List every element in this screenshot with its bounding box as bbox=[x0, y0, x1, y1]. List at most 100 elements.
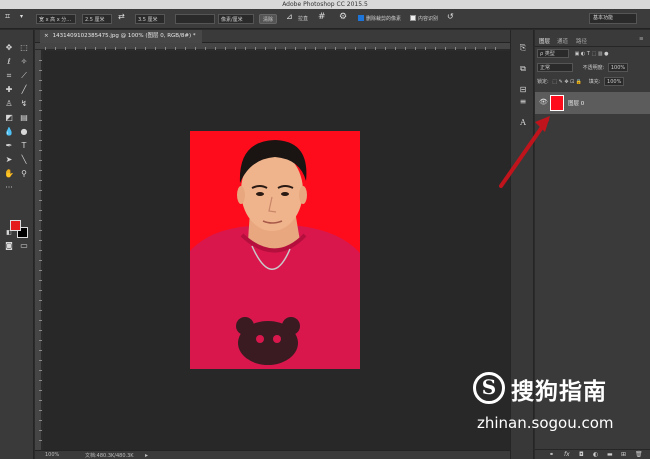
status-menu-icon[interactable]: ▸ bbox=[145, 452, 148, 459]
photo-image[interactable] bbox=[190, 131, 360, 369]
fill-input[interactable]: 100% bbox=[604, 77, 625, 86]
swap-icon[interactable]: ⇄ bbox=[118, 12, 125, 22]
ruler-tick bbox=[245, 47, 246, 50]
grid-overlay-icon[interactable]: # bbox=[318, 12, 326, 22]
lock-row: 锁定: ⬚ ✎ ✥ ⊡ 🔒 填充: 100% bbox=[537, 77, 625, 88]
zoom-level[interactable]: 100% bbox=[45, 452, 59, 458]
eraser-icon[interactable]: ◩ bbox=[3, 112, 15, 123]
magic-wand-icon[interactable]: ✧ bbox=[18, 56, 30, 67]
gear-icon[interactable]: ⚙ bbox=[339, 12, 347, 22]
ruler-tick bbox=[39, 420, 42, 421]
ruler-tick bbox=[85, 47, 86, 50]
filter-icons[interactable]: ▣ ◐ T ⬚ ▥ ● bbox=[575, 51, 609, 57]
history-brush-icon[interactable]: ↯ bbox=[18, 98, 30, 109]
ruler-tick bbox=[445, 47, 446, 50]
ruler-tick bbox=[455, 47, 456, 50]
ruler-tick bbox=[39, 250, 42, 251]
ruler-tick bbox=[39, 440, 42, 441]
brush-panel-icon[interactable]: ≡ bbox=[517, 96, 529, 108]
tab-layers[interactable]: 图层 bbox=[539, 37, 550, 45]
options-bar: ⌗ ▾ 宽 x 高 x 分... 2.5 厘米 ⇄ 3.5 厘米 像素/厘米 清… bbox=[0, 9, 650, 29]
pen-icon[interactable]: ✒ bbox=[3, 140, 15, 151]
height-input[interactable]: 3.5 厘米 bbox=[135, 14, 165, 24]
blur-icon[interactable]: 💧 bbox=[3, 126, 15, 137]
ruler-tick bbox=[415, 47, 416, 50]
workspace-select[interactable]: 基本功能 bbox=[589, 13, 637, 24]
type-icon[interactable]: T bbox=[18, 140, 30, 151]
brush-icon[interactable]: ╱ bbox=[18, 84, 30, 95]
ruler-tick bbox=[39, 80, 42, 81]
layer-row[interactable]: 👁 图层 0 bbox=[535, 92, 650, 114]
path-select-icon[interactable]: ➤ bbox=[3, 154, 15, 165]
ruler-tick bbox=[39, 120, 42, 121]
canvas-area[interactable] bbox=[43, 51, 510, 450]
ruler-tick bbox=[95, 47, 96, 50]
ruler-tick bbox=[39, 140, 42, 141]
gradient-icon[interactable]: ▤ bbox=[18, 112, 30, 123]
screen-mode-icon[interactable]: ▭ bbox=[18, 240, 30, 251]
ruler-tick bbox=[39, 370, 42, 371]
history-panel-icon[interactable]: ⎘ bbox=[517, 42, 529, 54]
crop-tool-icon[interactable]: ⌗ bbox=[5, 12, 10, 22]
hand-icon[interactable]: ✋ bbox=[3, 168, 15, 179]
lock-icons[interactable]: ⬚ ✎ ✥ ⊡ 🔒 bbox=[552, 79, 582, 85]
unit-select[interactable]: 像素/厘米 bbox=[218, 14, 254, 24]
adjustments-panel-icon[interactable]: ⊟ bbox=[517, 84, 529, 96]
ruler-tick bbox=[295, 47, 296, 50]
healing-icon[interactable]: ✚ bbox=[3, 84, 15, 95]
lasso-icon[interactable]: ℓ bbox=[3, 56, 15, 67]
ruler-tick bbox=[185, 47, 186, 50]
panel-menu-icon[interactable]: ≡ bbox=[639, 36, 644, 42]
move-icon[interactable]: ✥ bbox=[3, 42, 15, 53]
ruler-tick bbox=[335, 47, 336, 50]
opacity-input[interactable]: 100% bbox=[607, 63, 629, 72]
chevron-down-icon[interactable]: ▾ bbox=[20, 12, 23, 22]
ratio-select[interactable]: 宽 x 高 x 分... bbox=[36, 14, 76, 24]
ruler-tick bbox=[285, 47, 286, 50]
eyedropper-icon[interactable]: ⟋ bbox=[18, 70, 30, 81]
properties-panel-icon[interactable]: ⧉ bbox=[517, 63, 529, 75]
filter-row: ρ 类型 ▣ ◐ T ⬚ ▥ ● bbox=[537, 49, 609, 60]
ruler-tick bbox=[39, 210, 42, 211]
crop-icon[interactable]: ⌗ bbox=[3, 70, 15, 81]
straighten-label[interactable]: 拉直 bbox=[298, 14, 308, 24]
ruler-tick bbox=[175, 47, 176, 50]
default-colors-icon[interactable]: ◧ bbox=[3, 227, 15, 238]
filter-kind-select[interactable]: ρ 类型 bbox=[537, 49, 569, 58]
blend-mode-select[interactable]: 正常 bbox=[537, 63, 573, 72]
marquee-icon[interactable]: ⬚ bbox=[18, 42, 30, 53]
dodge-icon[interactable]: ● bbox=[18, 126, 30, 137]
visibility-eye-icon[interactable]: 👁 bbox=[539, 98, 548, 106]
stamp-icon[interactable]: ♙ bbox=[3, 98, 15, 109]
resolution-input[interactable] bbox=[175, 14, 215, 24]
quick-mask-icon[interactable]: ◙ bbox=[3, 240, 15, 251]
ruler-tick bbox=[39, 70, 42, 71]
sogou-watermark: S 搜狗指南 zhinan.sogou.com bbox=[473, 372, 648, 458]
clear-button[interactable]: 清除 bbox=[259, 14, 278, 24]
ruler-tick bbox=[39, 100, 42, 101]
zoom-icon[interactable]: ⚲ bbox=[18, 168, 30, 179]
width-input[interactable]: 2.5 厘米 bbox=[82, 14, 112, 24]
reset-icon[interactable]: ↺ bbox=[447, 12, 454, 22]
ruler-tick bbox=[345, 47, 346, 50]
tab-paths[interactable]: 路径 bbox=[576, 37, 587, 45]
watermark-url: zhinan.sogou.com bbox=[477, 414, 614, 432]
ruler-vertical[interactable] bbox=[35, 50, 42, 450]
straighten-icon[interactable]: ⊿ bbox=[286, 12, 293, 22]
tab-channels[interactable]: 通道 bbox=[557, 37, 568, 45]
content-aware-checkbox[interactable]: 内容识别 bbox=[410, 14, 438, 24]
ruler-horizontal[interactable] bbox=[35, 43, 510, 50]
ruler-tick bbox=[39, 380, 42, 381]
document-tab[interactable]: × 1431409102385475.jpg @ 100% (图层 0, RGB/… bbox=[40, 30, 202, 43]
close-icon[interactable]: × bbox=[44, 33, 49, 39]
ruler-tick bbox=[225, 47, 226, 50]
layer-name[interactable]: 图层 0 bbox=[568, 99, 584, 107]
more-tools-icon[interactable]: ··· bbox=[3, 182, 15, 193]
blend-row: 正常 不透明度: 100% bbox=[537, 63, 629, 74]
ruler-tick bbox=[495, 47, 496, 50]
ruler-tick bbox=[405, 47, 406, 50]
ruler-tick bbox=[39, 130, 42, 131]
layer-thumbnail[interactable] bbox=[550, 95, 564, 111]
line-icon[interactable]: ╲ bbox=[18, 154, 30, 165]
delete-cropped-checkbox[interactable]: 删除裁剪的像素 bbox=[358, 14, 401, 24]
